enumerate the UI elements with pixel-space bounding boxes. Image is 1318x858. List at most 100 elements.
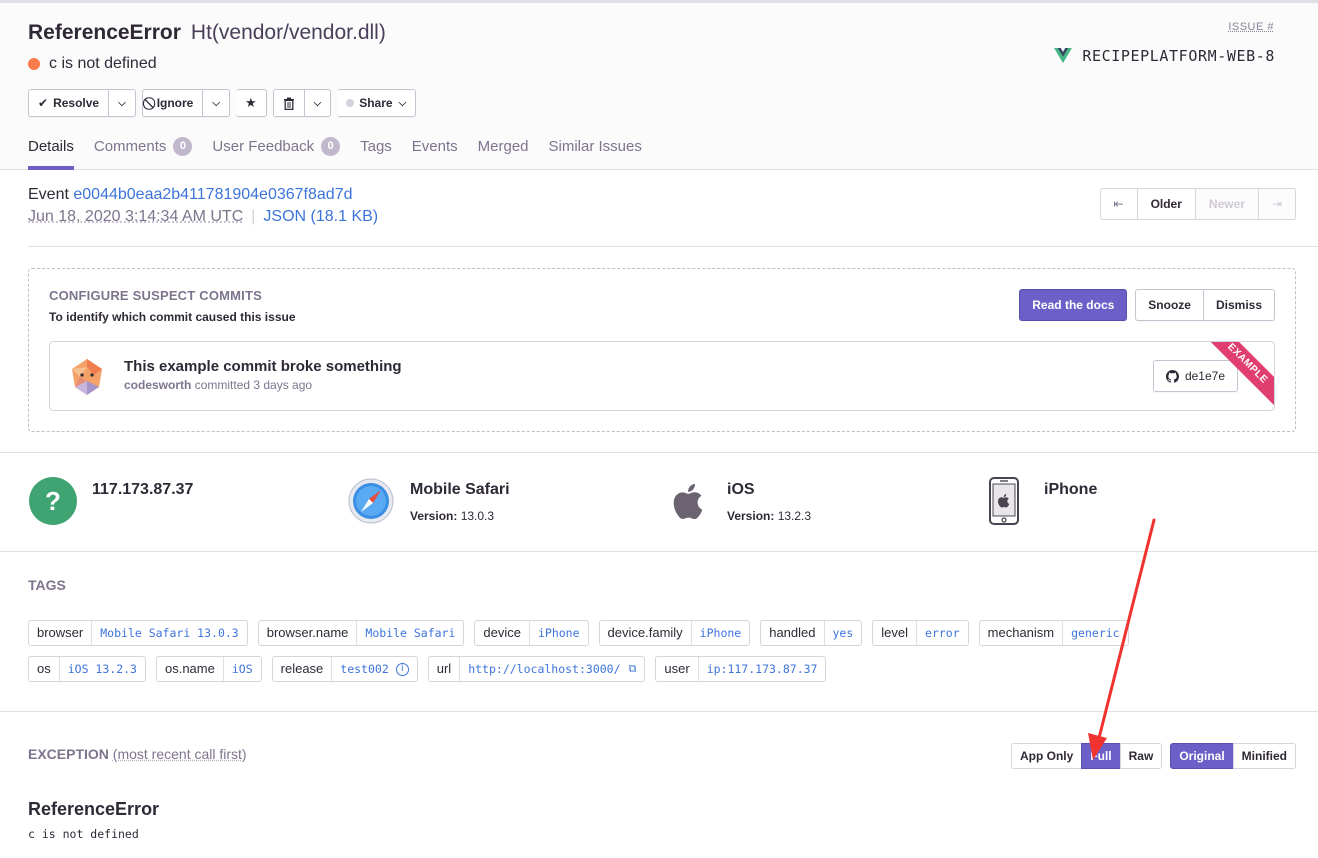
- tag-value[interactable]: http://localhost:3000/ ⧉: [460, 657, 644, 681]
- project-short-id-text: RECIPEPLATFORM-WEB-8: [1082, 47, 1275, 65]
- tag-value[interactable]: ip:117.173.87.37: [699, 657, 826, 681]
- tab-label: Comments: [93, 138, 167, 155]
- version-value: 13.0.3: [460, 509, 495, 523]
- tag-device[interactable]: device iPhone: [474, 620, 589, 646]
- tag-url[interactable]: url http://localhost:3000/ ⧉: [427, 656, 646, 682]
- info-icon[interactable]: i: [395, 662, 409, 676]
- tag-value[interactable]: iPhone: [692, 621, 750, 645]
- commit-sha: de1e7e: [1184, 369, 1225, 383]
- snooze-label: Snooze: [1148, 298, 1191, 312]
- original-button[interactable]: Original: [1170, 743, 1234, 769]
- newer-event-button[interactable]: Newer: [1194, 188, 1259, 220]
- snooze-button[interactable]: Snooze: [1135, 289, 1204, 321]
- tag-level[interactable]: level error: [872, 620, 969, 646]
- project-short-id[interactable]: RECIPEPLATFORM-WEB-8: [1054, 47, 1275, 65]
- read-docs-button[interactable]: Read the docs: [1019, 289, 1128, 321]
- event-date: Jun 18, 2020 3:14:34 AM UTC: [28, 208, 244, 225]
- tag-value[interactable]: iOS 13.2.3: [60, 657, 145, 681]
- event-label: Event: [28, 186, 69, 203]
- dismiss-label: Dismiss: [1215, 298, 1262, 312]
- tab-count-badge: 0: [321, 137, 341, 156]
- tag-key: os.name: [157, 657, 224, 681]
- tags-row: browser Mobile Safari 13.0.3 browser.name…: [28, 620, 1188, 646]
- resolve-button[interactable]: ✔ Resolve: [28, 89, 110, 117]
- tag-browser-name[interactable]: browser.name Mobile Safari: [257, 620, 465, 646]
- tag-value[interactable]: generic: [1063, 621, 1127, 645]
- tab-comments[interactable]: Comments 0: [94, 137, 193, 170]
- tag-device-family[interactable]: device.family iPhone: [598, 620, 751, 646]
- json-link[interactable]: JSON (18.1 KB): [263, 208, 378, 226]
- raw-button[interactable]: Raw: [1119, 743, 1163, 769]
- check-icon: ✔: [38, 96, 49, 110]
- tab-label: Details: [28, 138, 74, 155]
- device-name: iPhone: [1044, 481, 1098, 498]
- tag-mechanism[interactable]: mechanism generic: [978, 620, 1129, 646]
- commit-sha-button[interactable]: de1e7e: [1152, 360, 1238, 392]
- exception-view-controls: App Only Full Raw Original Minified: [1003, 743, 1296, 769]
- exception-type: ReferenceError: [28, 799, 160, 819]
- original-label: Original: [1179, 749, 1225, 763]
- avatar: [72, 359, 102, 395]
- delete-dropdown-button[interactable]: ⌵: [304, 89, 332, 117]
- delete-button[interactable]: [272, 89, 305, 117]
- star-icon: ★: [244, 95, 257, 110]
- error-message-row: c is not defined: [28, 55, 157, 73]
- tag-key: browser: [29, 621, 93, 645]
- bookmark-button[interactable]: ★: [235, 89, 267, 117]
- minified-button[interactable]: Minified: [1232, 743, 1296, 769]
- share-status-dot: [346, 99, 355, 107]
- error-type: ReferenceError: [28, 21, 181, 44]
- delete-group: ⌵: [272, 89, 332, 117]
- tag-key: mechanism: [980, 621, 1064, 645]
- tag-os-name[interactable]: os.name iOS: [155, 656, 262, 682]
- commit-meta: codesworth committed 3 days ago: [124, 378, 312, 392]
- event-id-row: Event e0044b0eaa2b411781904e0367f8ad7d: [28, 186, 352, 204]
- tag-key: device: [475, 621, 530, 645]
- tag-value[interactable]: error: [917, 621, 968, 645]
- tag-value[interactable]: yes: [825, 621, 862, 645]
- event-id-link[interactable]: e0044b0eaa2b411781904e0367f8ad7d: [73, 186, 352, 203]
- tag-user[interactable]: user ip:117.173.87.37: [655, 656, 827, 682]
- external-link-icon[interactable]: ⧉: [629, 657, 637, 681]
- tag-value[interactable]: Mobile Safari 13.0.3: [92, 621, 246, 645]
- context-browser: Mobile Safari Version: 13.0.3: [346, 476, 510, 526]
- version-label: Version:: [727, 509, 775, 523]
- first-icon: ⇤: [1113, 197, 1124, 211]
- last-event-button[interactable]: ⇥: [1257, 188, 1296, 220]
- suspect-commits-subtitle: To identify which commit caused this iss…: [49, 310, 296, 324]
- tag-value[interactable]: iOS: [224, 657, 261, 681]
- exception-section-title: EXCEPTION (most recent call first): [28, 746, 247, 762]
- tab-user-feedback[interactable]: User Feedback 0: [212, 137, 341, 170]
- suspect-commits-title: CONFIGURE SUSPECT COMMITS: [49, 288, 263, 303]
- source-map-group: Original Minified: [1170, 743, 1296, 769]
- resolve-dropdown-button[interactable]: ⌵: [109, 89, 136, 117]
- tag-release[interactable]: release test002 i: [271, 656, 418, 682]
- tag-os[interactable]: os iOS 13.2.3: [28, 656, 146, 682]
- question-icon: ?: [29, 477, 77, 525]
- issue-header: ReferenceError Ht(vendor/vendor.dll) c i…: [0, 0, 1318, 170]
- older-event-button[interactable]: Older: [1136, 188, 1196, 220]
- context-os: iOS Version: 13.2.3: [663, 476, 811, 526]
- full-button[interactable]: Full: [1081, 743, 1121, 769]
- ignore-button[interactable]: ⃠ Ignore: [141, 89, 204, 117]
- tag-value[interactable]: iPhone: [530, 621, 588, 645]
- first-event-button[interactable]: ⇤: [1099, 188, 1138, 220]
- example-commit-card: This example commit broke something code…: [49, 341, 1275, 411]
- tab-events[interactable]: Events: [412, 137, 458, 170]
- issue-tabs: Details Comments 0 User Feedback 0 Tags Ev…: [28, 137, 662, 170]
- tab-tags[interactable]: Tags: [360, 137, 392, 170]
- tag-value[interactable]: test002 i: [332, 657, 416, 681]
- tag-handled[interactable]: handled yes: [760, 620, 863, 646]
- share-button[interactable]: Share ⌵: [337, 89, 417, 117]
- tag-browser[interactable]: browser Mobile Safari 13.0.3: [28, 620, 248, 646]
- minified-label: Minified: [1241, 749, 1287, 763]
- tab-similar-issues[interactable]: Similar Issues: [549, 137, 642, 170]
- ignore-dropdown-button[interactable]: ⌵: [203, 89, 230, 117]
- dismiss-button[interactable]: Dismiss: [1203, 289, 1275, 321]
- tag-value[interactable]: Mobile Safari: [357, 621, 463, 645]
- tab-merged[interactable]: Merged: [478, 137, 529, 170]
- version-label: Version:: [410, 509, 458, 523]
- app-only-button[interactable]: App Only: [1010, 743, 1083, 769]
- tab-details[interactable]: Details: [28, 137, 74, 170]
- tab-label: User Feedback: [212, 138, 315, 155]
